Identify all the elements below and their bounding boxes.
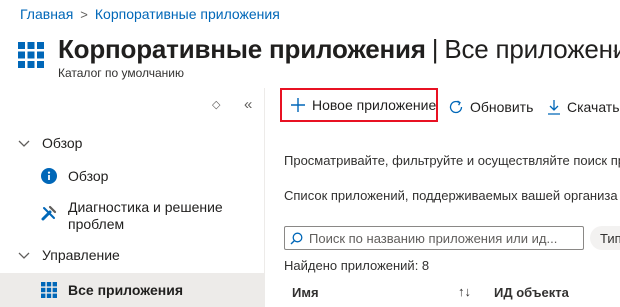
type-filter-pill[interactable]: Тип — [590, 226, 620, 250]
nav-item-label: Обзор — [68, 168, 109, 184]
page-title-separator: | — [431, 34, 439, 64]
page-title-sub: Все приложения — [444, 34, 620, 64]
search-icon — [290, 232, 303, 245]
new-application-button[interactable]: Новое приложение — [280, 88, 438, 122]
column-header-object-id[interactable]: ИД объекта — [494, 285, 569, 300]
grid-icon — [40, 281, 58, 299]
breadcrumb: Главная > Корпоративные приложения — [20, 6, 280, 22]
more-options-icon[interactable]: ... — [606, 36, 620, 57]
nav-item-label: Все приложения — [68, 282, 184, 298]
download-icon — [547, 99, 561, 115]
search-input[interactable] — [309, 230, 579, 246]
page-title-main: Корпоративные приложения — [58, 34, 426, 64]
breadcrumb-separator: > — [80, 7, 88, 22]
search-box[interactable] — [284, 226, 584, 250]
nav-group-overview[interactable]: Обзор — [0, 128, 264, 158]
sidebar-divider — [264, 88, 265, 307]
page-title: Корпоративные приложения|Все приложения — [58, 34, 620, 65]
chevron-down-icon — [18, 135, 32, 151]
sort-toggle-icon[interactable]: ◇ — [212, 98, 220, 111]
nav-group-manage[interactable]: Управление — [0, 240, 264, 270]
chevron-down-icon — [18, 247, 32, 263]
page-description: Просматривайте, фильтруйте и осуществляй… — [284, 153, 620, 168]
directory-subtitle: Каталог по умолчанию — [58, 66, 184, 80]
nav-item-label-line2: проблем — [68, 216, 125, 232]
column-header-name[interactable]: Имя — [292, 285, 319, 300]
info-icon — [40, 167, 58, 185]
wrench-icon — [40, 204, 58, 222]
breadcrumb-home-link[interactable]: Главная — [20, 6, 73, 22]
apps-found-count: Найдено приложений: 8 — [284, 258, 430, 273]
list-info-text: Список приложений, поддерживаемых вашей … — [284, 188, 618, 203]
nav-item-label-line1: Диагностика и решение — [68, 199, 223, 215]
nav-item-overview[interactable]: Обзор — [0, 161, 264, 191]
plus-icon — [290, 97, 306, 113]
download-button[interactable]: Скачать — [547, 92, 620, 122]
collapse-sidebar-icon[interactable]: « — [244, 96, 252, 113]
enterprise-apps-grid-icon — [18, 42, 44, 68]
nav-group-label: Управление — [42, 247, 120, 263]
breadcrumb-current-link[interactable]: Корпоративные приложения — [95, 6, 280, 22]
sort-arrows-icon[interactable]: ↑↓ — [458, 284, 471, 299]
download-label: Скачать — [567, 99, 620, 115]
nav-item-diagnostics[interactable]: Диагностика и решение проблем — [0, 194, 264, 234]
refresh-icon — [448, 99, 464, 115]
refresh-label: Обновить — [470, 99, 534, 115]
new-application-label: Новое приложение — [312, 97, 437, 113]
nav-group-label: Обзор — [42, 135, 83, 151]
nav-item-all-apps[interactable]: Все приложения — [0, 273, 264, 307]
refresh-button[interactable]: Обновить — [448, 92, 533, 122]
